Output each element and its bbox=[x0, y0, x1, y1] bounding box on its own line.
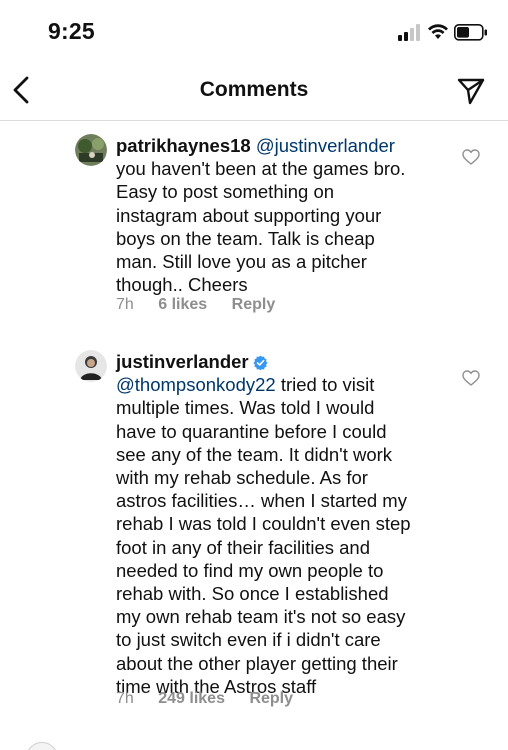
comment-mention[interactable]: @thompsonkody22 bbox=[116, 374, 276, 395]
comment-line: foot in any of their facilities and bbox=[116, 536, 371, 558]
comment-likes[interactable]: 6 likes bbox=[158, 296, 207, 313]
comment-meta: 7h 6 likes Reply bbox=[116, 296, 295, 314]
avatar-image-icon bbox=[75, 134, 107, 166]
comments-screen: 9:25 Comments patrikhaynes18 @justinverl… bbox=[0, 0, 508, 750]
comment-meta: 7h 249 likes Reply bbox=[116, 690, 313, 708]
comment-line: to just switch even if i didn't care bbox=[116, 629, 381, 651]
comment-mention[interactable]: @justinverlander bbox=[256, 135, 395, 156]
comment-line: boys on the team. Talk is cheap bbox=[116, 227, 375, 249]
reply-button[interactable]: Reply bbox=[249, 690, 293, 707]
comment-line: needed to find my own people to bbox=[116, 559, 384, 581]
comment-line: rehab I was told I couldn't even step bbox=[116, 513, 411, 535]
avatar-image-icon bbox=[75, 350, 107, 382]
avatar[interactable] bbox=[26, 742, 58, 750]
page-title: Comments bbox=[199, 78, 309, 101]
comment-line: instagram about supporting your bbox=[116, 204, 382, 226]
comment-line: though.. Cheers bbox=[116, 274, 248, 296]
comment-username[interactable]: patrikhaynes18 bbox=[116, 135, 251, 156]
comment-text: patrikhaynes18 @justinverlander you have… bbox=[116, 134, 446, 296]
wifi-icon bbox=[428, 24, 448, 39]
comment-line: man. Still love you as a pitcher bbox=[116, 251, 367, 273]
share-paper-plane-icon[interactable] bbox=[456, 76, 486, 106]
comment-line: see any of the team. It didn't work bbox=[116, 443, 393, 465]
comment-line: astros facilities… when I started my bbox=[116, 490, 407, 512]
comment-line: about the other player getting their bbox=[116, 652, 398, 674]
signal-icon bbox=[398, 24, 420, 41]
comment-line: multiple times. Was told I would bbox=[116, 397, 375, 419]
like-heart-icon[interactable] bbox=[462, 370, 480, 386]
comment-time: 7h bbox=[116, 296, 134, 313]
comment-line: you haven't been at the games bro. bbox=[116, 158, 406, 180]
comment-likes[interactable]: 249 likes bbox=[158, 690, 225, 707]
comment-line: with my rehab schedule. As for bbox=[116, 467, 368, 489]
comment-time: 7h bbox=[116, 690, 134, 707]
like-heart-icon[interactable] bbox=[462, 149, 480, 165]
comment-text: justinverlander @thompsonkody22 tried to… bbox=[116, 350, 446, 698]
status-icons bbox=[398, 24, 487, 41]
comment-username[interactable]: justinverlander bbox=[116, 351, 249, 372]
header: Comments bbox=[0, 60, 508, 121]
battery-icon bbox=[454, 24, 487, 41]
status-bar: 9:25 bbox=[0, 0, 508, 60]
comment-line: my own rehab team it's not so easy bbox=[116, 606, 406, 628]
avatar[interactable] bbox=[75, 350, 107, 382]
comment-line: Easy to post something on bbox=[116, 181, 335, 203]
verified-badge-icon bbox=[253, 355, 268, 370]
status-time: 9:25 bbox=[48, 18, 95, 44]
reply-button[interactable]: Reply bbox=[232, 296, 276, 313]
comment-line: tried to visit bbox=[275, 374, 375, 396]
avatar[interactable] bbox=[75, 134, 107, 166]
comment-line: have to quarantine before I could bbox=[116, 420, 387, 442]
comment-line: rehab with. So once I established bbox=[116, 583, 389, 605]
